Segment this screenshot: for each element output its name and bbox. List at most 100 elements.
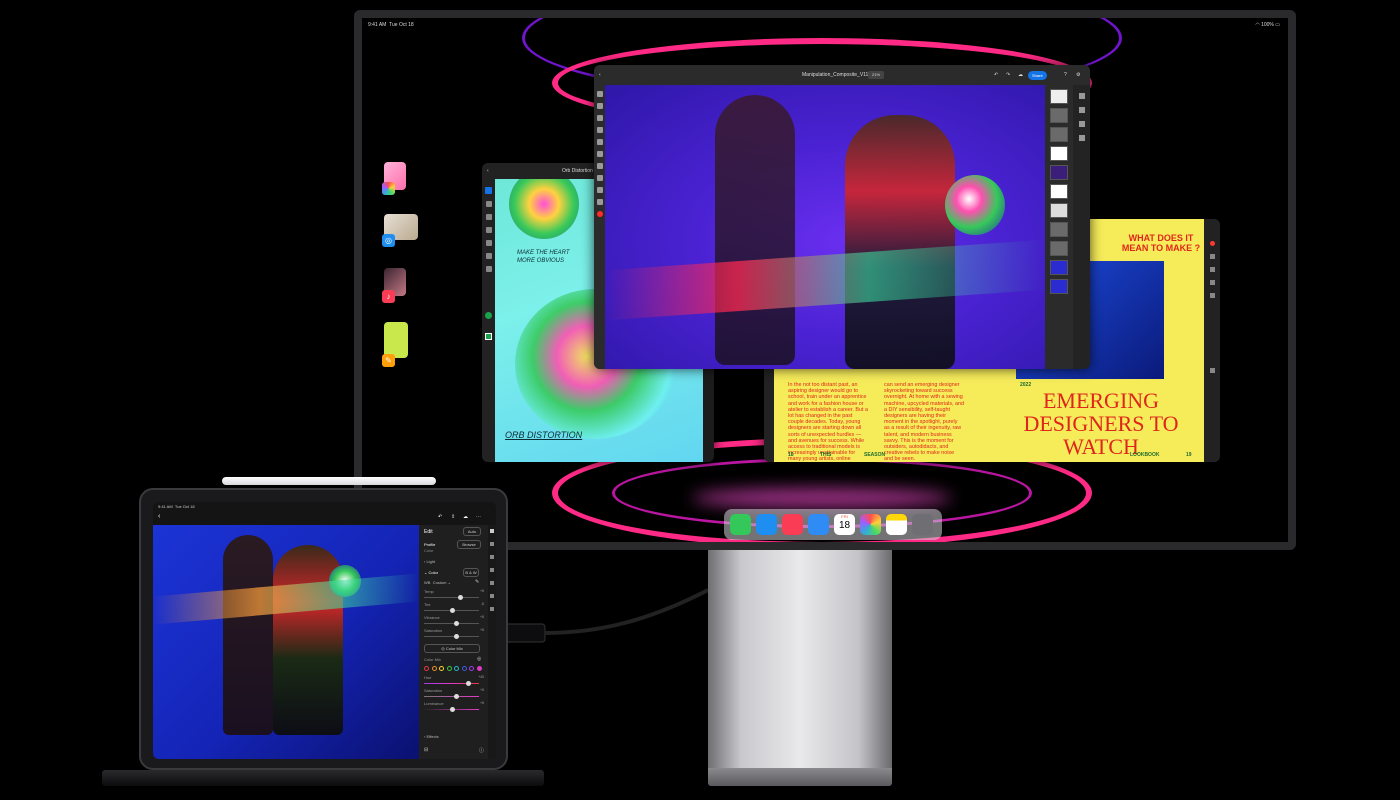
mail-icon[interactable] xyxy=(808,514,829,535)
messages-icon[interactable] xyxy=(730,514,751,535)
color-section[interactable]: ⌄ Color xyxy=(424,570,438,575)
photos-icon[interactable] xyxy=(860,514,881,535)
slider-luminance[interactable]: Luminance +8 xyxy=(419,701,488,712)
target-icon[interactable]: ◎ xyxy=(477,656,481,662)
color-mix-swatch[interactable] xyxy=(469,666,474,671)
select-tool-icon[interactable] xyxy=(596,103,603,109)
photoshop-window[interactable]: ‹ Manipulation_Composite_V11 * 21% ↶ ↷ ☁… xyxy=(594,65,1090,369)
color-mix-swatch[interactable] xyxy=(454,666,459,671)
pen-tool-icon[interactable] xyxy=(1209,254,1215,259)
eyedropper-tool-icon[interactable] xyxy=(596,199,603,205)
eraser-tool-icon[interactable] xyxy=(596,139,603,145)
slider-knob[interactable] xyxy=(450,608,455,613)
undo-icon[interactable]: ↶ xyxy=(438,514,442,520)
layer-thumb[interactable] xyxy=(1050,184,1068,199)
adjustments-icon[interactable] xyxy=(1078,121,1085,127)
swatch-red-icon[interactable] xyxy=(1209,241,1215,246)
live-brush-icon[interactable] xyxy=(485,214,492,220)
color-mix-swatch[interactable] xyxy=(424,666,429,671)
shape-tool-icon[interactable] xyxy=(1209,267,1215,272)
smudge-icon[interactable] xyxy=(485,240,492,246)
info-icon[interactable]: ⓘ xyxy=(479,747,484,754)
layer-thumb[interactable] xyxy=(1050,260,1068,275)
pixel-brush-icon[interactable] xyxy=(485,201,492,207)
back-icon[interactable]: ‹ xyxy=(599,65,601,85)
rotate-icon[interactable] xyxy=(1209,293,1215,298)
back-icon[interactable]: ‹ xyxy=(158,513,160,520)
safari-icon[interactable] xyxy=(756,514,777,535)
fill-tool-icon[interactable] xyxy=(596,151,603,157)
layer-thumb[interactable] xyxy=(1050,165,1068,180)
slider-knob[interactable] xyxy=(450,707,455,712)
color-mix-swatch[interactable] xyxy=(439,666,444,671)
layer-thumb[interactable] xyxy=(1050,108,1068,123)
layer-thumb[interactable] xyxy=(1050,203,1068,218)
compare-icon[interactable]: ⊟ xyxy=(424,747,428,753)
color-mix-swatch[interactable] xyxy=(431,666,437,671)
help-icon[interactable]: ? xyxy=(1064,65,1067,85)
type-tool-icon[interactable] xyxy=(596,187,603,193)
comments-icon[interactable] xyxy=(1078,135,1085,141)
color-square-icon[interactable] xyxy=(485,333,492,340)
photoshop-file-name[interactable]: Manipulation_Composite_V11 * xyxy=(802,65,872,85)
slider-tint[interactable]: Tint -8 xyxy=(419,602,488,613)
cloud-icon[interactable]: ☁ xyxy=(1018,65,1023,85)
cloud-icon[interactable]: ☁ xyxy=(463,514,468,520)
fresco-file-name[interactable]: Orb Distortion * xyxy=(562,163,596,179)
slider-knob[interactable] xyxy=(454,621,459,626)
lasso-tool-icon[interactable] xyxy=(596,115,603,121)
history-icon[interactable] xyxy=(490,594,494,598)
photoshop-canvas[interactable] xyxy=(605,85,1045,369)
move-icon[interactable] xyxy=(485,253,492,259)
more-icon[interactable]: ⋯ xyxy=(476,514,481,520)
versions-icon[interactable] xyxy=(490,607,494,611)
slider-vibrance[interactable]: Vibrance +8 xyxy=(419,615,488,626)
color-mix-swatch[interactable] xyxy=(461,666,467,671)
slider-knob[interactable] xyxy=(454,634,459,639)
calendar-icon[interactable]: FRI 18 xyxy=(834,514,855,535)
auto-button[interactable]: Auto xyxy=(463,527,481,536)
back-icon[interactable]: ‹ xyxy=(487,163,489,179)
share-icon[interactable]: ⇪ xyxy=(451,514,455,520)
brush-tool-icon[interactable] xyxy=(596,127,603,133)
properties-icon[interactable] xyxy=(1078,107,1085,113)
undo-icon[interactable]: ↶ xyxy=(994,65,998,85)
clone-tool-icon[interactable] xyxy=(596,163,603,169)
effects-section[interactable]: › Effects xyxy=(424,734,439,739)
slider-hue[interactable]: Hue +45 xyxy=(419,675,488,686)
lightroom-photo[interactable] xyxy=(153,525,419,759)
slider-knob[interactable] xyxy=(454,694,459,699)
edit-tool-icon[interactable] xyxy=(490,529,494,533)
stage-thumb-pages[interactable] xyxy=(384,322,408,358)
eyedropper-icon[interactable]: ✎ xyxy=(475,579,479,585)
redo-icon[interactable]: ↷ xyxy=(1006,65,1010,85)
zoom-level[interactable]: 21% xyxy=(868,71,885,79)
brush-tool-icon[interactable] xyxy=(485,187,492,194)
settings-icon[interactable]: ⚙ xyxy=(1076,65,1080,85)
crop-tool-icon[interactable] xyxy=(596,175,603,181)
eraser-icon[interactable] xyxy=(485,227,492,233)
layer-thumb[interactable] xyxy=(1050,222,1068,237)
layer-thumb[interactable] xyxy=(1050,127,1068,142)
color-mix-swatch[interactable] xyxy=(476,666,482,671)
masking-icon[interactable] xyxy=(490,581,494,585)
layer-thumb[interactable] xyxy=(1050,241,1068,256)
slider-saturation[interactable]: Saturation +8 xyxy=(419,628,488,639)
browse-button[interactable]: Browse xyxy=(457,540,481,549)
layer-thumb[interactable] xyxy=(1050,89,1068,104)
layers-icon[interactable] xyxy=(1078,93,1085,99)
slider-temp[interactable]: Temp +8 xyxy=(419,589,488,600)
color-mix-swatch[interactable] xyxy=(446,666,452,671)
layer-thumb[interactable] xyxy=(1050,146,1068,161)
color-mix-button[interactable]: ◎ Color Mix xyxy=(424,644,480,653)
slider-saturation-mix[interactable]: Saturation +8 xyxy=(419,688,488,699)
bw-button[interactable]: B & W xyxy=(463,568,479,577)
wb-select[interactable]: Custom xyxy=(433,580,447,585)
music-icon[interactable] xyxy=(782,514,803,535)
healing-icon[interactable] xyxy=(490,568,494,572)
text-icon[interactable] xyxy=(485,266,492,272)
color-swatch-icon[interactable] xyxy=(485,312,492,319)
share-button[interactable]: Share xyxy=(1028,71,1047,80)
slider-knob[interactable] xyxy=(458,595,463,600)
notes-icon[interactable] xyxy=(886,514,907,535)
